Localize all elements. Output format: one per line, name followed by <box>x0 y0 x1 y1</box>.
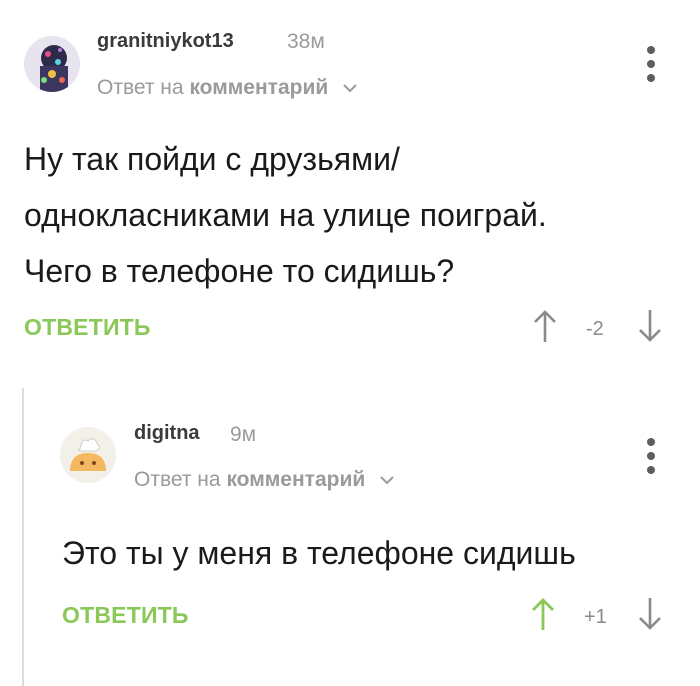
rating-count: -2 <box>586 318 604 340</box>
reply-target: комментарий <box>189 76 329 99</box>
comment-text-line: Это ты у меня в телефоне сидишь <box>62 535 576 571</box>
reply-to-link[interactable]: Ответ на комментарий <box>97 76 358 100</box>
timestamp: 38м <box>287 30 325 53</box>
more-options-icon[interactable] <box>645 438 657 474</box>
comment-text-line: однокласниками на улице поиграй. <box>24 197 547 233</box>
upvote-arrow-icon[interactable] <box>530 596 556 632</box>
reply-prefix: Ответ на <box>134 468 221 491</box>
avatar[interactable] <box>60 427 116 483</box>
comment-text-line: Ну так пойди с друзьями/ <box>24 141 400 177</box>
user-avatar-image <box>60 427 116 483</box>
reply-target: комментарий <box>226 468 366 491</box>
reply-button[interactable]: ОТВЕТИТЬ <box>24 314 151 341</box>
reply-prefix: Ответ на <box>97 76 184 99</box>
comment-text-line: Чего в телефоне то сидишь? <box>24 253 455 289</box>
chevron-down-icon <box>343 84 357 93</box>
timestamp: 9м <box>230 423 257 446</box>
more-options-icon[interactable] <box>645 46 657 82</box>
reply-to-link[interactable]: Ответ на комментарий <box>134 468 395 492</box>
chevron-down-icon <box>380 476 394 485</box>
comment-reply: digitna 9м Ответ на комментарий Это ты у… <box>0 388 700 686</box>
username[interactable]: digitna <box>134 422 200 445</box>
upvote-arrow-icon[interactable] <box>532 308 558 344</box>
downvote-arrow-icon[interactable] <box>637 308 663 344</box>
downvote-arrow-icon[interactable] <box>637 596 663 632</box>
comment-text: Ну так пойди с друзьями/ однокласниками … <box>24 131 674 299</box>
comment-text: Это ты у меня в телефоне сидишь <box>62 525 682 581</box>
rating-count: +1 <box>584 606 607 628</box>
comment: granitniykot13 38м Ответ на комментарий … <box>0 0 700 380</box>
avatar[interactable] <box>24 36 80 92</box>
reply-button[interactable]: ОТВЕТИТЬ <box>62 602 189 629</box>
user-avatar-image <box>24 36 80 92</box>
username[interactable]: granitniykot13 <box>97 30 234 53</box>
